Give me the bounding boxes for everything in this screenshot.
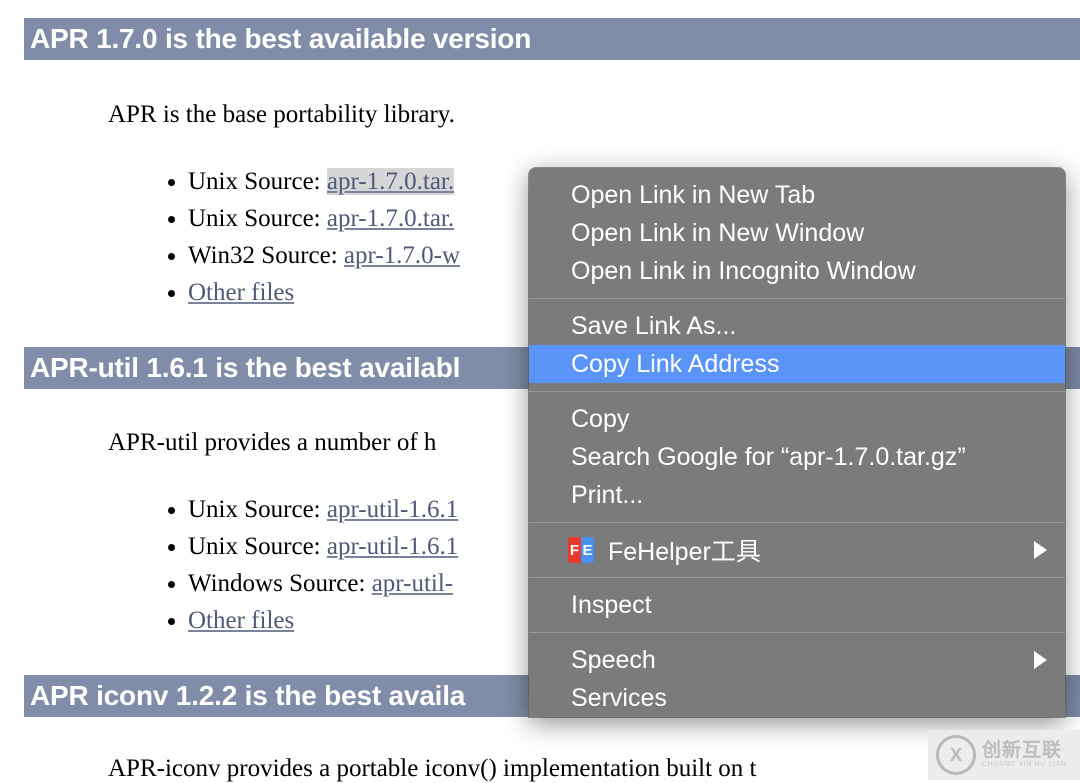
download-link[interactable]: apr-1.7.0-w — [344, 242, 460, 269]
fehelper-icon-left: F — [568, 537, 581, 563]
download-link[interactable]: apr-1.7.0.tar. — [327, 205, 454, 232]
menu-item-fehelper[interactable]: F E FeHelper工具 — [529, 531, 1065, 569]
menu-item-label: Copy — [571, 404, 630, 433]
menu-item-open-link-in-new-window[interactable]: Open Link in New Window — [529, 214, 1065, 252]
watermark: X 创新互联 CHUANG XIN HU LIAN — [928, 730, 1080, 780]
download-link[interactable]: apr-util-1.6.1 — [327, 496, 458, 523]
download-link[interactable]: Other files — [188, 279, 294, 306]
watermark-pinyin-text: CHUANG XIN HU LIAN — [982, 761, 1067, 769]
watermark-logo-icon: X — [936, 735, 976, 775]
section-heading-text: APR iconv 1.2.2 is the best availa — [30, 680, 466, 711]
menu-separator — [529, 391, 1065, 392]
menu-item-print[interactable]: Print... — [529, 476, 1065, 514]
download-link[interactable]: apr-1.7.0.tar. — [326, 168, 455, 195]
section-paragraph-3: APR-iconv provides a portable iconv() im… — [108, 755, 757, 782]
menu-item-label: Copy Link Address — [571, 349, 780, 378]
list-item-prefix: Unix Source: — [188, 168, 327, 195]
submenu-arrow-icon — [1034, 541, 1047, 559]
list-item: Unix Source: apr-util-1.6.1 — [188, 528, 458, 565]
menu-separator — [529, 632, 1065, 633]
menu-item-copy[interactable]: Copy — [529, 400, 1065, 438]
section-heading-text: APR 1.7.0 is the best available version — [30, 23, 532, 54]
section-heading-1: APR 1.7.0 is the best available version — [24, 18, 1080, 60]
menu-item-label: Services — [571, 683, 667, 712]
section-heading-text: APR-util 1.6.1 is the best availabl — [30, 352, 461, 383]
menu-separator — [529, 522, 1065, 523]
menu-item-label: Open Link in New Window — [571, 218, 865, 247]
watermark-chinese-text: 创新互联 — [982, 740, 1063, 762]
menu-item-open-link-in-incognito-window[interactable]: Open Link in Incognito Window — [529, 252, 1065, 290]
list-item: Other files — [188, 274, 460, 311]
list-item-prefix: Unix Source: — [188, 205, 327, 232]
browser-context-menu[interactable]: Open Link in New Tab Open Link in New Win… — [529, 168, 1065, 717]
menu-separator — [529, 298, 1065, 299]
menu-item-services[interactable]: Services — [529, 679, 1065, 717]
list-item: Unix Source: apr-util-1.6.1 — [188, 491, 458, 528]
menu-item-search-google-for-apr-1-7-0-tar-gz[interactable]: Search Google for “apr-1.7.0.tar.gz” — [529, 438, 1065, 476]
menu-item-speech[interactable]: Speech — [529, 641, 1065, 679]
section-paragraph-1: APR is the base portability library. — [108, 101, 455, 128]
download-list-1: Unix Source: apr-1.7.0.tar.Unix Source: … — [148, 163, 460, 311]
menu-item-label: Print... — [571, 480, 644, 509]
menu-item-label: Save Link As... — [571, 311, 737, 340]
fehelper-icon: FE — [568, 537, 594, 563]
download-link[interactable]: apr-util- — [372, 570, 453, 597]
menu-item-label: Open Link in New Tab — [571, 180, 816, 209]
menu-item-label: FeHelper工具 — [608, 538, 761, 566]
menu-item-label: Search Google for “apr-1.7.0.tar.gz” — [571, 442, 966, 471]
menu-item-label: Inspect — [571, 590, 652, 619]
list-item-prefix: Windows Source: — [188, 570, 372, 597]
section-paragraph-2: APR-util provides a number of h — [108, 429, 437, 456]
menu-item-save-link-as[interactable]: Save Link As... — [529, 307, 1065, 345]
menu-item-open-link-in-new-tab[interactable]: Open Link in New Tab — [529, 176, 1065, 214]
list-item: Unix Source: apr-1.7.0.tar. — [188, 200, 460, 237]
list-item: Other files — [188, 602, 458, 639]
list-item: Unix Source: apr-1.7.0.tar. — [188, 163, 460, 200]
menu-item-copy-link-address[interactable]: Copy Link Address — [529, 345, 1065, 383]
list-item: Win32 Source: apr-1.7.0-w — [188, 237, 460, 274]
download-link[interactable]: apr-util-1.6.1 — [327, 533, 458, 560]
menu-item-inspect[interactable]: Inspect — [529, 586, 1065, 624]
menu-separator — [529, 577, 1065, 578]
download-link[interactable]: Other files — [188, 607, 294, 634]
menu-item-label: Open Link in Incognito Window — [571, 256, 916, 285]
list-item: Windows Source: apr-util- — [188, 565, 458, 602]
download-list-2: Unix Source: apr-util-1.6.1Unix Source: … — [148, 491, 458, 639]
submenu-arrow-icon — [1034, 651, 1047, 669]
menu-item-label: Speech — [571, 645, 656, 674]
fehelper-icon-right: E — [581, 537, 594, 563]
list-item-prefix: Win32 Source: — [188, 242, 344, 269]
list-item-prefix: Unix Source: — [188, 496, 327, 523]
list-item-prefix: Unix Source: — [188, 533, 327, 560]
